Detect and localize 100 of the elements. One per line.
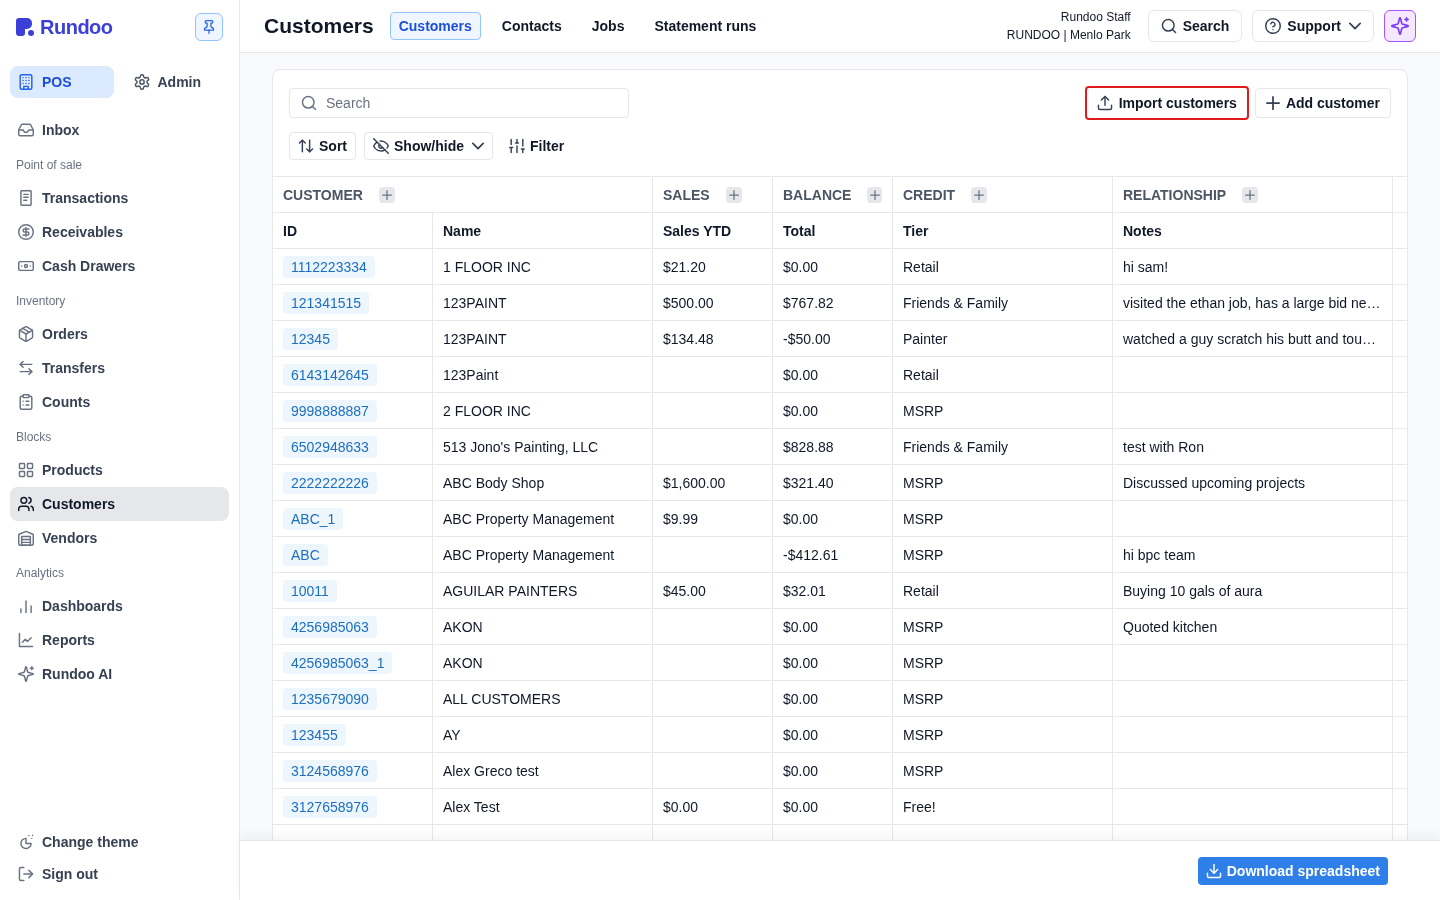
- table-cell-text: visited the ethan job, has a large bid ne…: [1123, 293, 1381, 313]
- customer-id-link[interactable]: 2222222226: [283, 471, 377, 494]
- table-cell-text: watched a guy scratch his butt and tou…: [1123, 329, 1376, 349]
- sort-button[interactable]: Sort: [289, 132, 356, 160]
- sidebar-item[interactable]: Customers: [10, 487, 229, 521]
- add-column-button[interactable]: [1242, 186, 1259, 203]
- customer-id-link[interactable]: 1235679090: [283, 687, 377, 710]
- plus-icon: [381, 189, 392, 200]
- table-cell-text: ABC Property Management: [443, 545, 615, 565]
- table-cell-text: 123PAINT: [443, 293, 507, 313]
- table-cell-text: MSRP: [903, 689, 944, 709]
- column-group-label: RELATIONSHIP: [1123, 185, 1227, 205]
- import-button[interactable]: Import customers: [1084, 86, 1249, 120]
- table-cell-text: Painter: [903, 329, 948, 349]
- table-cell-text: $321.40: [783, 473, 834, 493]
- sidebar-item[interactable]: Transfers: [10, 351, 229, 385]
- caret-icon: [472, 140, 484, 152]
- sidebar-item[interactable]: Counts: [10, 385, 229, 419]
- dollar-circle-icon: [18, 224, 34, 240]
- column-group-label: CREDIT: [903, 185, 956, 205]
- line-chart-icon: [18, 632, 34, 648]
- help-icon: [1265, 18, 1282, 34]
- column-group-label: BALANCE: [783, 185, 852, 205]
- pin-button[interactable]: [195, 13, 223, 41]
- customer-id-link[interactable]: 1112223334: [283, 255, 375, 278]
- table-cell-text: $828.88: [783, 437, 834, 457]
- table-cell-text: MSRP: [903, 545, 944, 565]
- mode-tab[interactable]: Admin: [125, 66, 229, 98]
- table-cell-text: Retail: [903, 257, 939, 277]
- sign-out-icon: [18, 866, 34, 882]
- table-cell-text: 123PAINT: [443, 329, 507, 349]
- show-hide-dropdown[interactable]: Show/hide: [364, 132, 493, 160]
- search-icon: [1160, 18, 1177, 34]
- sidebar-item[interactable]: Dashboards: [10, 589, 229, 623]
- customer-id-link[interactable]: 4256985063: [283, 615, 377, 638]
- customer-id-link[interactable]: 123455: [283, 723, 346, 746]
- table-cell-text: Retail: [903, 581, 939, 601]
- sidebar-item[interactable]: Sign out: [10, 858, 229, 890]
- sidebar-item[interactable]: Cash Drawers: [10, 249, 229, 283]
- support-button[interactable]: Support: [1252, 10, 1374, 42]
- sidebar-item[interactable]: Products: [10, 453, 229, 487]
- building-icon: [18, 74, 34, 90]
- sidebar-item[interactable]: Reports: [10, 623, 229, 657]
- add-column-button[interactable]: [725, 186, 742, 203]
- column-header: ID: [283, 221, 297, 241]
- table-cell-text: Friends & Family: [903, 293, 1009, 313]
- customer-id-link[interactable]: 121341515: [283, 291, 370, 314]
- table-cell-text: MSRP: [903, 473, 944, 493]
- filter-button[interactable]: Filter: [509, 132, 565, 160]
- page-tab[interactable]: Jobs: [582, 12, 634, 40]
- plus-icon: [728, 189, 739, 200]
- bar-chart-icon: [18, 598, 34, 614]
- customer-id-link[interactable]: 4256985063_1: [283, 651, 393, 674]
- page-tab[interactable]: Statement runs: [645, 12, 766, 40]
- customer-id-link[interactable]: 10011: [283, 579, 337, 602]
- search-icon: [301, 95, 317, 111]
- page-tab[interactable]: Customers: [389, 12, 481, 40]
- download-button[interactable]: Download spreadsheet: [1197, 856, 1388, 885]
- sidebar-item[interactable]: Vendors: [10, 521, 229, 555]
- search-button[interactable]: Search: [1147, 10, 1243, 42]
- page-title: Customers: [264, 13, 374, 40]
- table-cell-text: -$412.61: [783, 545, 839, 565]
- table-cell-text: $21.20: [663, 257, 706, 277]
- sidebar-item[interactable]: Receivables: [10, 215, 229, 249]
- customer-id-link[interactable]: ABC_1: [283, 507, 344, 530]
- table-cell-text: Alex Test: [443, 797, 500, 817]
- warehouse-icon: [18, 530, 34, 546]
- user-name: Rundoo Staff: [1060, 9, 1131, 26]
- column-header: Name: [443, 221, 482, 241]
- sidebar-item[interactable]: Orders: [10, 317, 229, 351]
- sidebar-item[interactable]: Change theme: [10, 826, 229, 858]
- ai-assistant-button[interactable]: [1384, 10, 1416, 42]
- add-button[interactable]: Add customer: [1254, 88, 1391, 118]
- table-cell-text: 123Paint: [443, 365, 499, 385]
- page-tab[interactable]: Contacts: [492, 12, 571, 40]
- search-field[interactable]: Search: [289, 88, 629, 118]
- sidebar-item[interactable]: Inbox: [10, 113, 229, 147]
- mode-tab[interactable]: POS: [10, 66, 114, 98]
- customer-id-link[interactable]: 3127658976: [283, 795, 377, 818]
- customer-id-link[interactable]: 12345: [283, 327, 338, 350]
- table-cell-text: Buying 10 gals of aura: [1123, 581, 1263, 601]
- table-cell-text: MSRP: [903, 761, 944, 781]
- customer-id-link[interactable]: 3124568976: [283, 759, 377, 782]
- sidebar-item[interactable]: Transactions: [10, 181, 229, 215]
- download-icon: [1205, 862, 1222, 879]
- add-column-button[interactable]: [971, 186, 988, 203]
- customer-id-link[interactable]: 6143142645: [283, 363, 377, 386]
- add-column-button[interactable]: [378, 186, 395, 203]
- table-cell-text: MSRP: [903, 725, 944, 745]
- sidebar-item[interactable]: Rundoo AI: [10, 657, 229, 691]
- add-column-button[interactable]: [867, 186, 882, 203]
- pie-slice-icon: [18, 834, 34, 850]
- sparkles-icon: [1391, 17, 1409, 35]
- section-label: Analytics: [16, 565, 65, 581]
- column-header: Tier: [903, 221, 929, 241]
- customer-id-link[interactable]: 6502948633: [283, 435, 377, 458]
- customer-id-link[interactable]: ABC: [283, 543, 328, 566]
- table-cell-text: MSRP: [903, 653, 944, 673]
- grid-icon: [18, 462, 34, 478]
- customer-id-link[interactable]: 9998888887: [283, 399, 377, 422]
